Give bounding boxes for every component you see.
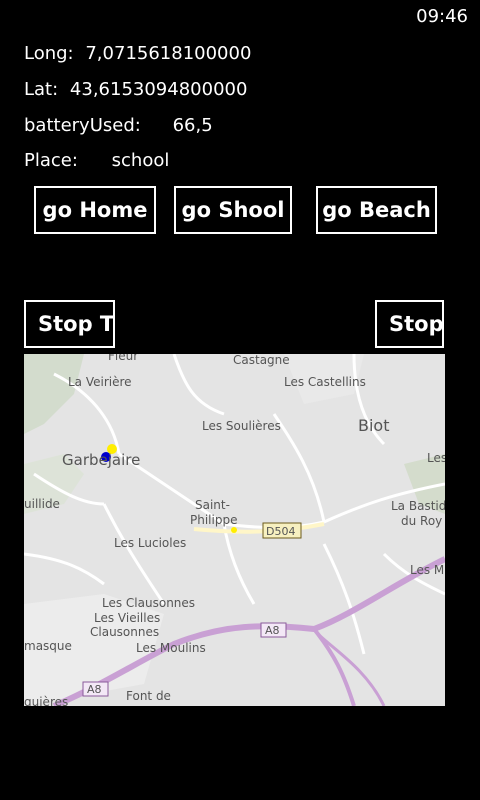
battery-label: batteryUsed: [24,115,141,136]
stop-tracking-button[interactable]: Stop T [24,300,115,348]
map-label-uillide: uillide [24,497,60,511]
map-label-la-veiriere: La Veirière [68,375,132,389]
longitude-row: Long: 7,0715618100000 [24,43,251,64]
battery-value: 66,5 [172,115,213,136]
longitude-value: 7,0715618100000 [85,43,252,64]
map-label-garbejaire: Garbejaire [62,451,140,469]
map-label-les-clausonnes: Les Clausonnes [102,596,195,610]
map-label-les-lucioles: Les Lucioles [114,536,186,550]
map-view[interactable]: Fleur Castagne La Veirière Les Castellin… [24,354,445,706]
go-beach-button[interactable]: go Beach [316,186,437,234]
map-label-a8-right: A8 [265,624,280,637]
map-label-guieres: guières [24,695,68,706]
map-label-saint: Saint- [195,498,230,512]
map-label-clausonnes: Clausonnes [90,625,159,639]
map-label-les-castellins: Les Castellins [284,375,366,389]
go-school-button[interactable]: go Shool [174,186,292,234]
go-home-button[interactable]: go Home [34,186,156,234]
place-value: school [111,150,170,171]
place-label: Place: [24,150,78,171]
latitude-label: Lat: [24,79,59,100]
map-label-fleur: Fleur [108,354,138,363]
map-label-biot: Biot [358,416,389,435]
latitude-value: 43,6153094800000 [69,79,248,100]
map-label-les-m: Les M [410,563,444,577]
map-label-les: Les [427,451,445,465]
map-label-masque: masque [24,639,72,653]
map-label-du-roy: du Roy [401,514,442,528]
map-label-les-vieilles: Les Vieilles [94,611,160,625]
map-label-les-moulins: Les Moulins [136,641,206,655]
longitude-label: Long: [24,43,74,64]
status-time: 09:46 [416,6,468,27]
map-label-la-bastide: La Bastid [391,499,445,513]
map-label-les-soulieres: Les Soulières [202,419,281,433]
yellow-marker-2 [231,527,237,533]
map-label-a8-left: A8 [87,683,102,696]
map-label-castagne: Castagne [233,354,290,367]
map-label-d504: D504 [266,525,295,538]
map-label-font-de: Font de [126,689,171,703]
battery-row: batteryUsed: 66,5 [24,115,213,136]
map-label-philippe: Philippe [190,513,237,527]
map-canvas: Fleur Castagne La Veirière Les Castellin… [24,354,445,706]
place-row: Place: school [24,150,169,171]
latitude-row: Lat: 43,6153094800000 [24,79,247,100]
stop-button[interactable]: Stop [375,300,444,348]
